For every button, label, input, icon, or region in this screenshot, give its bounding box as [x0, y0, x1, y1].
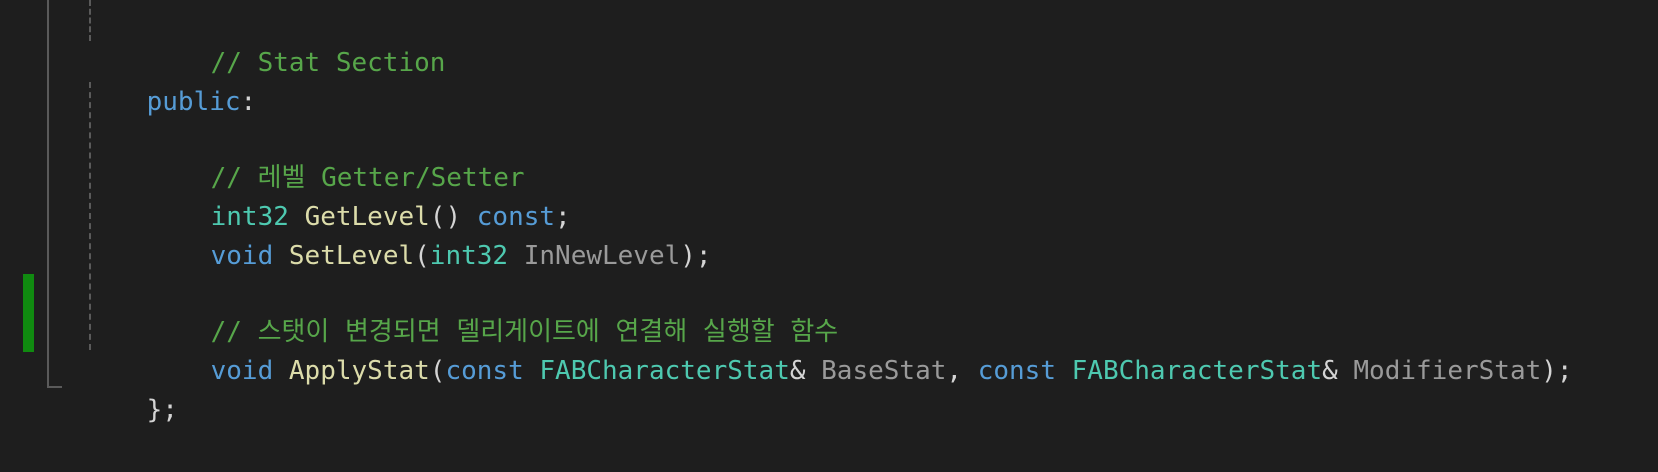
function-name: SetLevel — [288, 241, 415, 271]
type-name: FABCharacterStat — [539, 356, 790, 386]
keyword: void — [210, 356, 274, 386]
code-line[interactable]: public: — [84, 41, 257, 117]
code-line[interactable]: int32 GetLevel() const; — [148, 156, 571, 232]
function-name: ApplyStat — [288, 356, 430, 386]
punctuation: ); — [680, 241, 712, 271]
code-editor[interactable]: // Stat Section public: // 레벨 Getter/Set… — [0, 0, 1658, 442]
code-line[interactable]: // 레벨 Getter/Setter — [148, 117, 525, 193]
code-line[interactable]: // Stat Section — [148, 2, 446, 78]
parameter-name: ModifierStat — [1353, 356, 1542, 386]
parameter-name: InNewLevel — [523, 241, 681, 271]
change-marker — [23, 274, 34, 352]
code-line[interactable]: void ApplyStat(const FABCharacterStat& B… — [148, 310, 1573, 386]
punctuation: ( — [429, 356, 446, 386]
type-name: int32 — [429, 241, 509, 271]
indent-guide — [89, 0, 91, 41]
keyword: public — [146, 87, 241, 117]
punctuation: }; — [146, 395, 178, 425]
punctuation: & — [1322, 356, 1354, 386]
keyword: void — [210, 241, 274, 271]
code-line[interactable]: }; — [84, 349, 178, 425]
code-line[interactable]: void SetLevel(int32 InNewLevel); — [148, 195, 712, 271]
punctuation: ); — [1541, 356, 1573, 386]
scope-bracket — [47, 0, 62, 388]
keyword: const — [445, 356, 524, 386]
parameter-name: BaseStat — [821, 356, 947, 386]
punctuation: ( — [414, 241, 430, 271]
punctuation: : — [240, 87, 257, 117]
keyword: const — [977, 356, 1056, 386]
type-name: FABCharacterStat — [1071, 356, 1323, 386]
punctuation: & — [789, 356, 822, 386]
code-line[interactable]: // 스탯이 변경되면 델리게이트에 연결해 실행할 함수 — [148, 271, 839, 347]
punctuation: , — [946, 356, 978, 386]
